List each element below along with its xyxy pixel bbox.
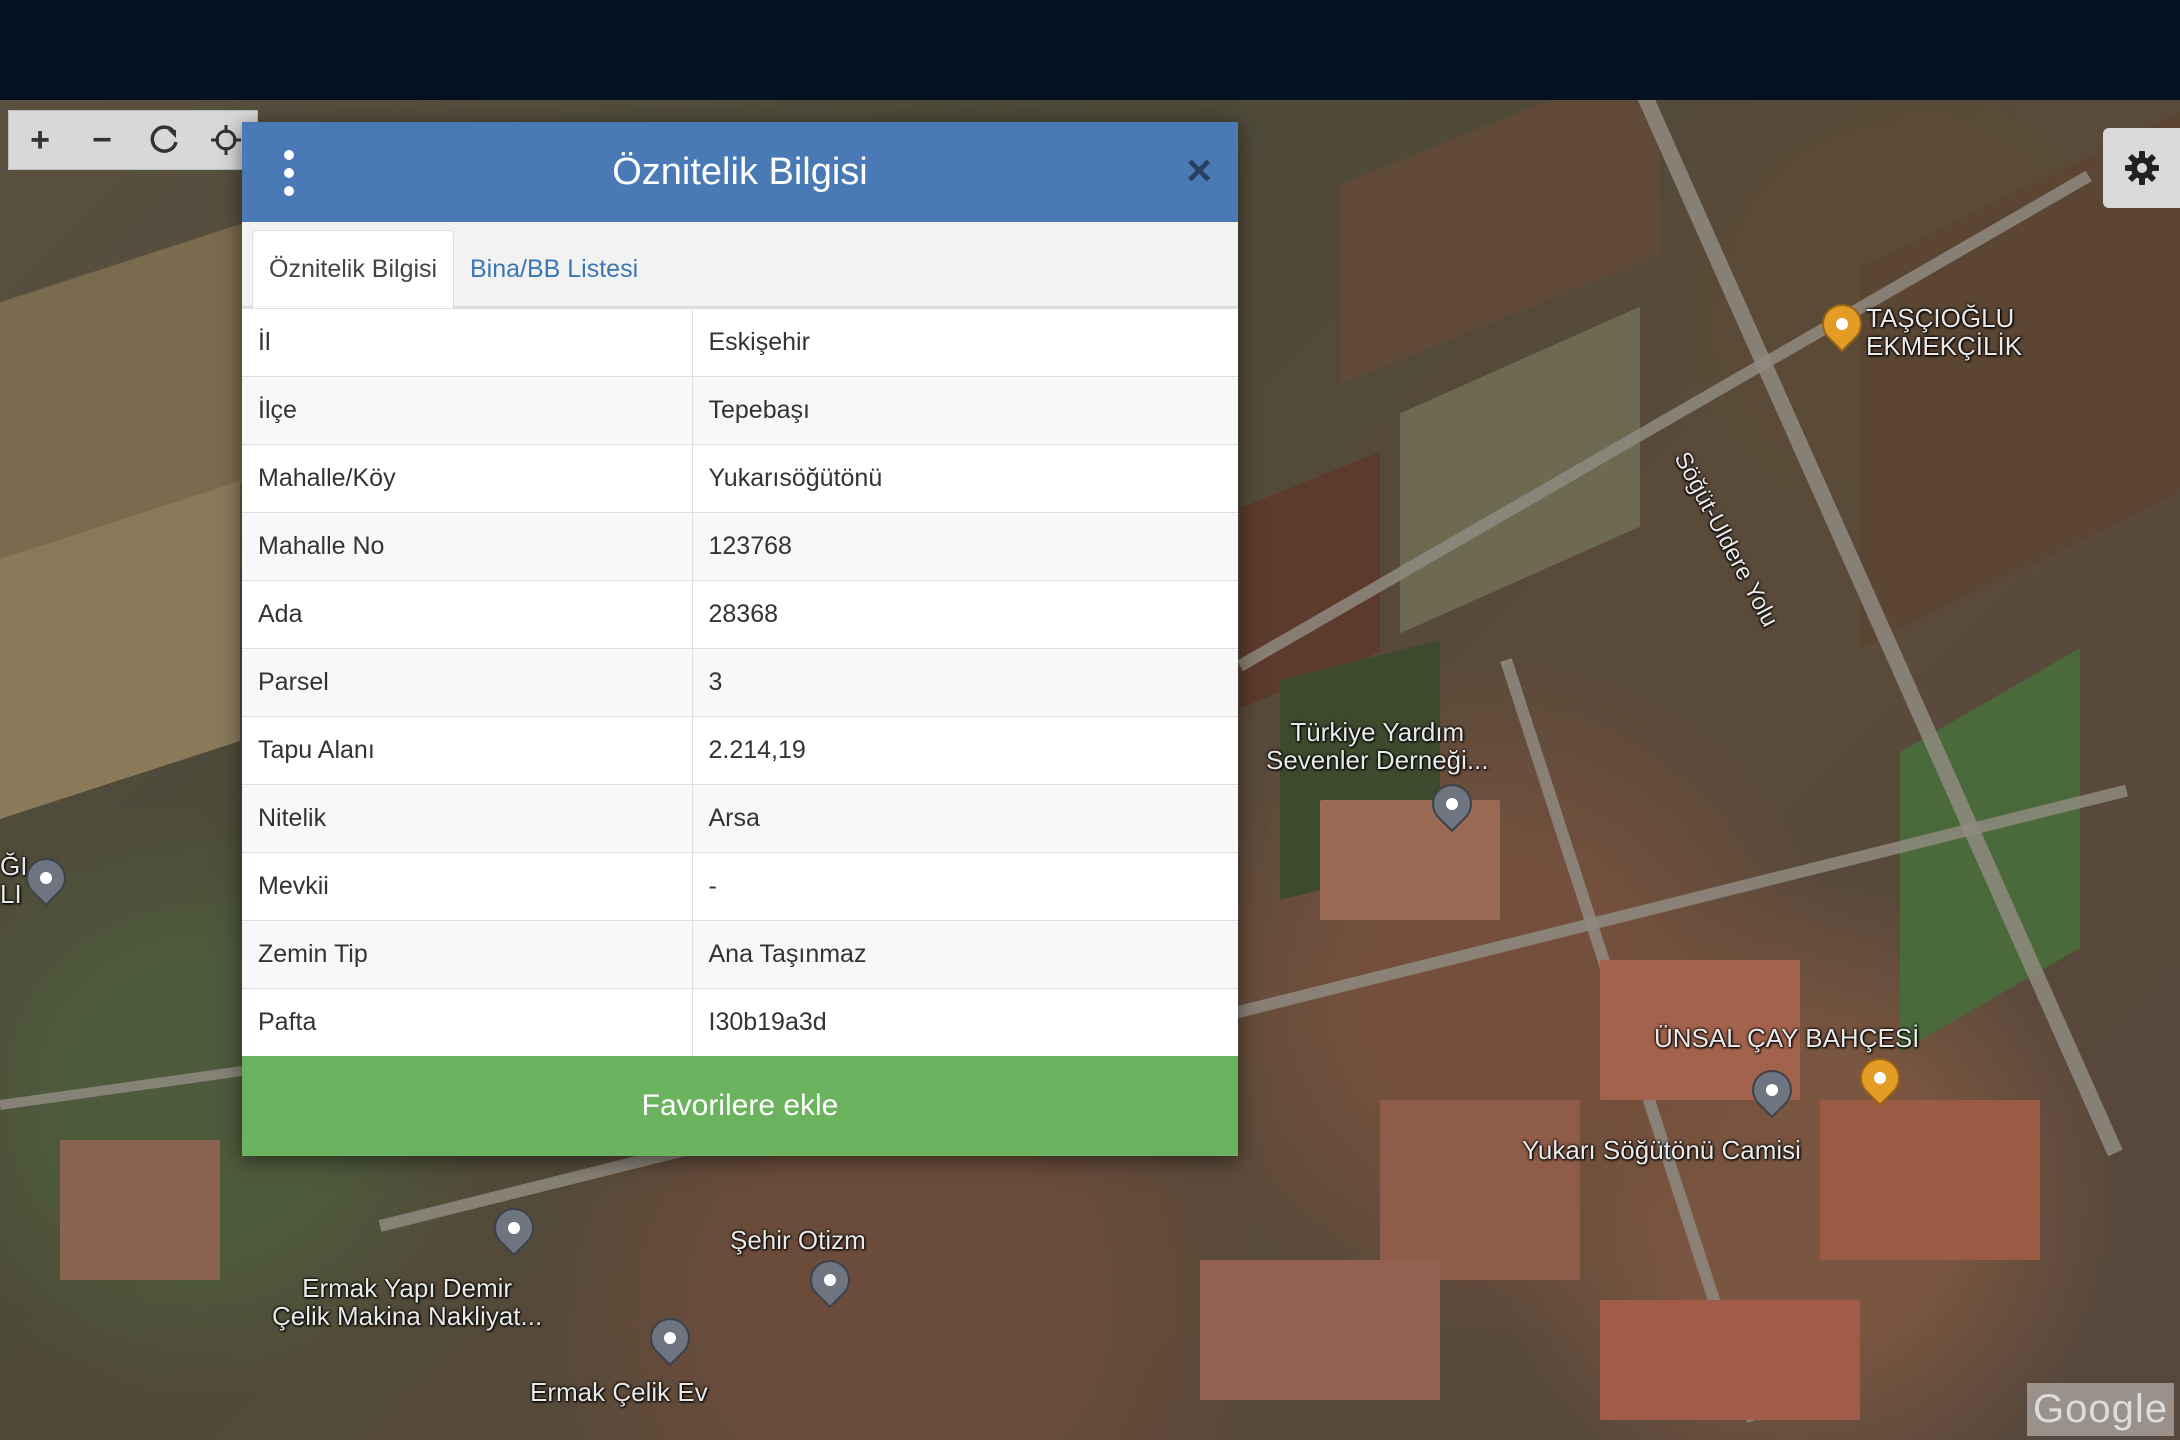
table-row: İl Eskişehir [242,308,1238,377]
location-pin-icon[interactable] [641,1309,699,1367]
table-row: Zemin Tip Ana Taşınmaz [242,920,1238,989]
attribute-key: Mahalle No [242,512,693,581]
attribute-key: Tapu Alanı [242,716,693,785]
attribute-key: Nitelik [242,784,693,853]
map-label-line: TAŞÇIOĞLU [1866,303,2015,333]
attribute-key: İl [242,308,693,377]
gear-icon [2124,151,2159,185]
table-row: Parsel 3 [242,648,1238,717]
cafe-pin-icon[interactable] [1851,1049,1909,1107]
table-row: Pafta I30b19a3d [242,988,1238,1057]
attribute-key: Ada [242,580,693,649]
more-vertical-icon[interactable] [282,150,296,196]
map-buildings [1600,1300,1860,1420]
table-row: Mahalle No 123768 [242,512,1238,581]
map-road [0,1063,259,1110]
attribute-value: 123768 [692,512,1238,581]
map-buildings [1320,800,1500,920]
location-pin-icon[interactable] [485,1199,543,1257]
table-row: Mahalle/Köy Yukarısöğütönü [242,444,1238,513]
map-label-line: EKMEKÇİLİK [1866,331,2023,361]
school-pin-icon[interactable] [801,1251,859,1309]
map-label-left-edge[interactable]: ĞI LI [0,852,27,908]
map-label-line: Türkiye Yardım [1290,717,1465,747]
table-row: Ada 28368 [242,580,1238,649]
google-attribution[interactable]: Google [2027,1383,2174,1436]
settings-button[interactable] [2103,128,2180,208]
attribute-value: 2.214,19 [692,716,1238,785]
attribute-value: Tepebaşı [692,376,1238,445]
zoom-in-button[interactable]: + [9,110,71,170]
map-label-otizm[interactable]: Şehir Otizm [730,1226,866,1254]
zoom-out-button[interactable]: − [71,110,133,170]
map-label-ekmekcilik[interactable]: TAŞÇIOĞLU EKMEKÇİLİK [1866,304,2022,360]
map-label-line: LI [0,879,22,909]
attribute-value: Ana Taşınmaz [692,920,1238,989]
refresh-icon [150,125,178,153]
table-row: Mevkii - [242,852,1238,921]
map-label-cay-bahcesi[interactable]: ÜNSAL ÇAY BAHÇESİ [1654,1024,1919,1052]
attribute-value: 3 [692,648,1238,717]
map-label-dernek[interactable]: Türkiye Yardım Sevenler Derneği... [1266,718,1489,774]
map-label-line: Çelik Makina Nakliyat... [272,1301,543,1331]
refresh-button[interactable] [133,110,195,170]
attribute-value: 28368 [692,580,1238,649]
map-field [1900,648,2080,1052]
attribute-value: Arsa [692,784,1238,853]
map-label-ermak-yapi[interactable]: Ermak Yapı Demir Çelik Makina Nakliyat..… [272,1274,542,1330]
map-buildings [1380,1100,1580,1280]
dialog-title: Öznitelik Bilgisi [612,150,868,193]
dialog-tabs: Öznitelik Bilgisi Bina/BB Listesi [242,222,1238,308]
add-to-favorites-button[interactable]: Favorilere ekle [242,1056,1238,1156]
map-label-line: ĞI [0,851,28,881]
tab-oznitelik-bilgisi[interactable]: Öznitelik Bilgisi [252,230,455,308]
crosshair-icon [211,125,241,155]
close-button[interactable]: × [1186,146,1212,196]
attribute-key: Parsel [242,648,693,717]
map-label-line: Ermak Yapı Demir [302,1273,513,1303]
attribute-table: İl Eskişehir İlçe Tepebaşı Mahalle/Köy Yuka… [242,308,1238,1057]
dialog-header: Öznitelik Bilgisi × [242,122,1238,222]
attribute-value: I30b19a3d [692,988,1238,1057]
attribute-key: Mahalle/Köy [242,444,693,513]
attribute-value: Yukarısöğütönü [692,444,1238,513]
map-toolbar: + − [8,110,258,170]
top-bar [0,0,2180,100]
tab-bina-bb-listesi[interactable]: Bina/BB Listesi [454,230,654,308]
attribute-value: Eskişehir [692,308,1238,377]
map-field [1400,306,1640,634]
attribute-key: İlçe [242,376,693,445]
table-row: Tapu Alanı 2.214,19 [242,716,1238,785]
attribute-key: Pafta [242,988,693,1057]
attribute-dialog: Öznitelik Bilgisi × Öznitelik Bilgisi Bi… [242,122,1238,1156]
map-label-camisi[interactable]: Yukarı Söğütönü Camisi [1522,1136,1801,1164]
map-buildings [1200,1260,1440,1400]
table-row: Nitelik Arsa [242,784,1238,853]
map-buildings [1820,1100,2040,1260]
map-label-line: Sevenler Derneği... [1266,745,1489,775]
attribute-value: - [692,852,1238,921]
map-label-ermak-celik[interactable]: Ermak Çelik Ev [530,1378,708,1406]
map-buildings [60,1140,220,1280]
attribute-key: Zemin Tip [242,920,693,989]
attribute-key: Mevkii [242,852,693,921]
map-label-road: Söğüt-Ulderе Yolu [1668,447,1784,632]
table-row: İlçe Tepebaşı [242,376,1238,445]
